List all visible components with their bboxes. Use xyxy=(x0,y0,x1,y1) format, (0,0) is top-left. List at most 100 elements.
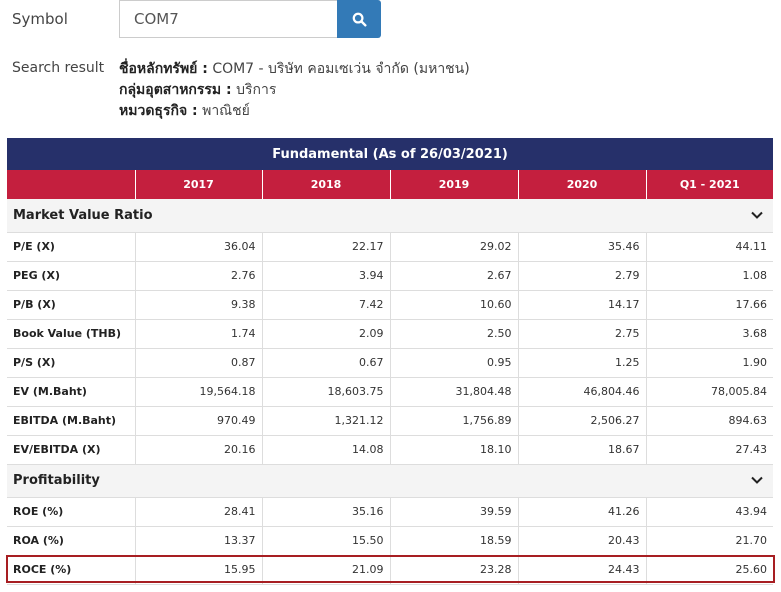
search-button[interactable] xyxy=(337,0,381,38)
search-result-details: ชื่อหลักทรัพย์ : COM7 - บริษัท คอมเซเว่น… xyxy=(119,59,470,122)
row-value: 22.17 xyxy=(261,232,390,262)
table-row: P/B (X) 9.38 7.42 10.60 14.17 17.66 xyxy=(7,290,774,320)
row-value: 14.17 xyxy=(517,290,646,320)
symbol-input[interactable] xyxy=(119,0,337,38)
section-row[interactable]: Profitability xyxy=(7,464,774,498)
row-value: 3.94 xyxy=(261,261,390,291)
symbol-label: Symbol xyxy=(12,10,68,28)
search-result-label: Search result xyxy=(12,60,105,76)
row-value: 24.43 xyxy=(517,555,646,585)
row-value: 1.74 xyxy=(134,319,262,349)
sector-line: หมวดธุรกิจ : พาณิชย์ xyxy=(119,101,470,122)
section-row[interactable]: Market Value Ratio xyxy=(7,199,774,233)
chevron-down-icon[interactable] xyxy=(751,208,763,223)
fundamental-table: Fundamental (As of 26/03/2021) 2017 2018 2… xyxy=(7,138,774,585)
row-value: 2.50 xyxy=(389,319,518,349)
section-header[interactable]: Profitability xyxy=(7,464,774,498)
row-value: 3.68 xyxy=(645,319,774,349)
table-row: ROCE (%) 15.95 21.09 23.28 24.43 25.60 xyxy=(7,555,774,585)
table-row: ROA (%) 13.37 15.50 18.59 20.43 21.70 xyxy=(7,526,774,556)
row-value: 2.67 xyxy=(389,261,518,291)
row-label: ROCE (%) xyxy=(7,555,135,585)
row-value: 10.60 xyxy=(389,290,518,320)
row-value: 0.87 xyxy=(134,348,262,378)
row-value: 14.08 xyxy=(261,435,390,465)
row-value: 78,005.84 xyxy=(645,377,774,407)
row-value: 0.95 xyxy=(389,348,518,378)
row-value: 9.38 xyxy=(134,290,262,320)
row-label: ROA (%) xyxy=(7,526,135,556)
row-value: 20.16 xyxy=(134,435,262,465)
year-header-4: Q1 - 2021 xyxy=(645,170,774,199)
industry-value: บริการ xyxy=(236,82,277,98)
row-value: 21.09 xyxy=(261,555,390,585)
row-label: P/B (X) xyxy=(7,290,135,320)
security-name-line: ชื่อหลักทรัพย์ : COM7 - บริษัท คอมเซเว่น… xyxy=(119,59,470,80)
sector-value: พาณิชย์ xyxy=(202,103,250,119)
section-header[interactable]: Market Value Ratio xyxy=(7,199,774,233)
row-label: EBITDA (M.Baht) xyxy=(7,406,135,436)
row-value: 1.08 xyxy=(645,261,774,291)
row-value: 20.43 xyxy=(517,526,646,556)
row-label: P/E (X) xyxy=(7,232,135,262)
search-icon xyxy=(352,12,367,27)
table-row: ROE (%) 28.41 35.16 39.59 41.26 43.94 xyxy=(7,497,774,527)
row-value: 894.63 xyxy=(645,406,774,436)
row-value: 1,756.89 xyxy=(389,406,518,436)
row-value: 18.10 xyxy=(389,435,518,465)
row-value: 18.67 xyxy=(517,435,646,465)
chevron-down-icon[interactable] xyxy=(751,473,763,488)
table-row: PEG (X) 2.76 3.94 2.67 2.79 1.08 xyxy=(7,261,774,291)
table-row: P/E (X) 36.04 22.17 29.02 35.46 44.11 xyxy=(7,232,774,262)
row-value: 7.42 xyxy=(261,290,390,320)
row-label: EV (M.Baht) xyxy=(7,377,135,407)
row-value: 35.46 xyxy=(517,232,646,262)
row-value: 39.59 xyxy=(389,497,518,527)
row-value: 19,564.18 xyxy=(134,377,262,407)
row-label: EV/EBITDA (X) xyxy=(7,435,135,465)
row-value: 43.94 xyxy=(645,497,774,527)
row-value: 41.26 xyxy=(517,497,646,527)
row-value: 23.28 xyxy=(389,555,518,585)
row-value: 36.04 xyxy=(134,232,262,262)
row-value: 35.16 xyxy=(261,497,390,527)
table-row: P/S (X) 0.87 0.67 0.95 1.25 1.90 xyxy=(7,348,774,378)
table-row: EBITDA (M.Baht) 970.49 1,321.12 1,756.89 2,5… xyxy=(7,406,774,436)
row-value: 2.75 xyxy=(517,319,646,349)
section-title: Profitability xyxy=(13,473,100,488)
row-value: 2.09 xyxy=(261,319,390,349)
row-value: 44.11 xyxy=(645,232,774,262)
row-value: 27.43 xyxy=(645,435,774,465)
row-value: 15.95 xyxy=(134,555,262,585)
row-value: 2.76 xyxy=(134,261,262,291)
year-header-1: 2018 xyxy=(261,170,390,199)
row-label: Book Value (THB) xyxy=(7,319,135,349)
table-row: EV/EBITDA (X) 20.16 14.08 18.10 18.67 27.43 xyxy=(7,435,774,465)
row-value: 28.41 xyxy=(134,497,262,527)
row-value: 1.90 xyxy=(645,348,774,378)
year-header-row: 2017 2018 2019 2020 Q1 - 2021 xyxy=(7,170,774,199)
row-label: P/S (X) xyxy=(7,348,135,378)
table-row: Book Value (THB) 1.74 2.09 2.50 2.75 3.68 xyxy=(7,319,774,349)
row-value: 15.50 xyxy=(261,526,390,556)
year-header-3: 2020 xyxy=(517,170,646,199)
row-value: 0.67 xyxy=(261,348,390,378)
industry-line: กลุ่มอุตสาหกรรม : บริการ xyxy=(119,80,470,101)
security-name-key: ชื่อหลักทรัพย์ : xyxy=(119,61,208,77)
year-header-2: 2019 xyxy=(389,170,518,199)
security-name-value: COM7 - บริษัท คอมเซเว่น จำกัด (มหาชน) xyxy=(212,61,470,77)
row-value: 2.79 xyxy=(517,261,646,291)
table-row: EV (M.Baht) 19,564.18 18,603.75 31,804.48 46… xyxy=(7,377,774,407)
row-value: 29.02 xyxy=(389,232,518,262)
row-value: 46,804.46 xyxy=(517,377,646,407)
row-value: 1,321.12 xyxy=(261,406,390,436)
row-value: 21.70 xyxy=(645,526,774,556)
row-value: 13.37 xyxy=(134,526,262,556)
industry-key: กลุ่มอุตสาหกรรม : xyxy=(119,82,232,98)
row-value: 25.60 xyxy=(645,555,774,585)
year-header-0: 2017 xyxy=(134,170,262,199)
row-value: 31,804.48 xyxy=(389,377,518,407)
row-value: 17.66 xyxy=(645,290,774,320)
sector-key: หมวดธุรกิจ : xyxy=(119,103,198,119)
row-label: ROE (%) xyxy=(7,497,135,527)
